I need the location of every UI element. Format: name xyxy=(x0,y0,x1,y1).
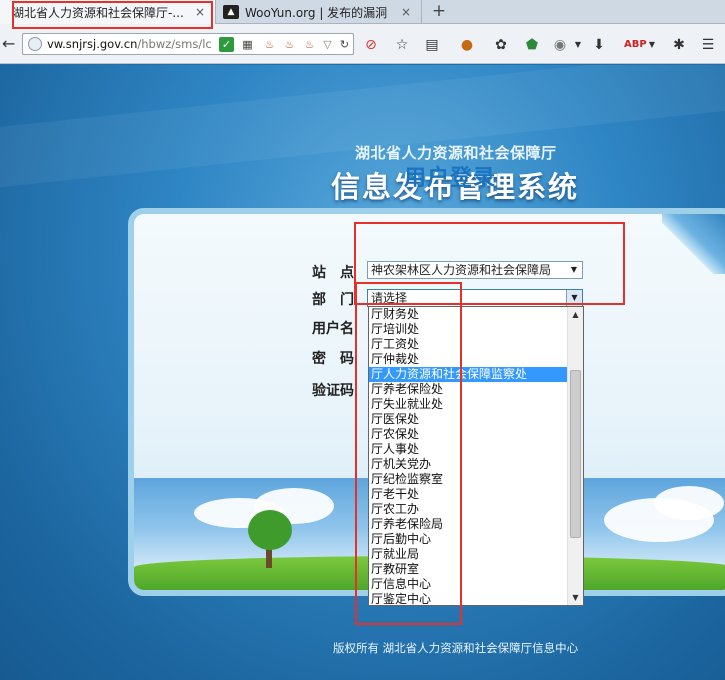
blocked-icon[interactable]: ⊘ xyxy=(362,36,380,54)
reload-icon[interactable]: ↻ xyxy=(337,37,352,52)
dropdown-icon[interactable]: ▽ xyxy=(320,37,335,52)
dept-label: 部 门 xyxy=(312,292,354,308)
chevron-down-icon[interactable]: ▼ xyxy=(643,36,661,54)
username-label: 用户名 xyxy=(312,321,354,337)
abp-icon[interactable]: ABP xyxy=(624,36,647,54)
annotation-box-dropdown xyxy=(355,282,462,625)
palette-icon[interactable]: ✿ xyxy=(492,36,510,54)
scroll-up-icon[interactable]: ▲ xyxy=(568,307,583,322)
java-icon[interactable]: ♨ xyxy=(282,37,297,52)
dropdown-scrollbar[interactable]: ▲ ▼ xyxy=(567,307,583,605)
qr-icon[interactable]: ▦ xyxy=(240,37,255,52)
url-text[interactable]: vw.snjrsj.gov.cn/hbwz/sms/lc xyxy=(47,37,233,51)
new-tab-button[interactable]: + xyxy=(426,0,452,24)
menu-icon[interactable]: ☰ xyxy=(699,36,717,54)
password-label: 密 码 xyxy=(312,351,354,367)
reader-icon[interactable]: ▤ xyxy=(423,36,441,54)
tab-wooyun[interactable]: ▲ WooYun.org | 发布的漏洞 × xyxy=(217,0,422,24)
shield-addon-icon[interactable]: ⬟ xyxy=(523,36,541,54)
globe-addon-icon[interactable]: ◉ xyxy=(551,36,569,54)
bug-icon[interactable]: ✱ xyxy=(670,36,688,54)
tab-title: WooYun.org | 发布的漏洞 xyxy=(245,5,388,20)
java-icon[interactable]: ♨ xyxy=(262,37,277,52)
captcha-label: 验证码 xyxy=(312,383,354,399)
shield-icon[interactable]: ✓ xyxy=(219,37,234,52)
footer-copyright: 版权所有 湖北省人力资源和社会保障厅信息中心 xyxy=(333,641,579,655)
close-icon[interactable]: × xyxy=(397,5,415,19)
star-icon[interactable]: ☆ xyxy=(393,36,411,54)
login-title: 用户登录 xyxy=(404,166,497,191)
annotation-box-tab xyxy=(12,1,213,29)
scroll-down-icon[interactable]: ▼ xyxy=(568,590,583,605)
download-icon[interactable]: ⬇ xyxy=(590,36,608,54)
back-icon[interactable]: ← xyxy=(2,34,22,54)
wooyun-icon: ▲ xyxy=(223,5,239,19)
site-label: 站 点 xyxy=(312,265,354,281)
page-curl-decoration xyxy=(662,214,725,274)
extension-icon[interactable]: ● xyxy=(458,36,476,54)
chevron-down-icon[interactable]: ▼ xyxy=(569,36,587,54)
scrollbar-thumb[interactable] xyxy=(570,370,581,538)
java-icon[interactable]: ♨ xyxy=(302,37,317,52)
nav-bar: ← vw.snjrsj.gov.cn/hbwz/sms/lc ✓ ▦ ♨ ♨ ♨… xyxy=(0,24,725,64)
globe-icon xyxy=(28,37,42,51)
address-bar[interactable]: vw.snjrsj.gov.cn/hbwz/sms/lc ✓ ▦ ♨ ♨ ♨ ▽… xyxy=(22,33,354,55)
